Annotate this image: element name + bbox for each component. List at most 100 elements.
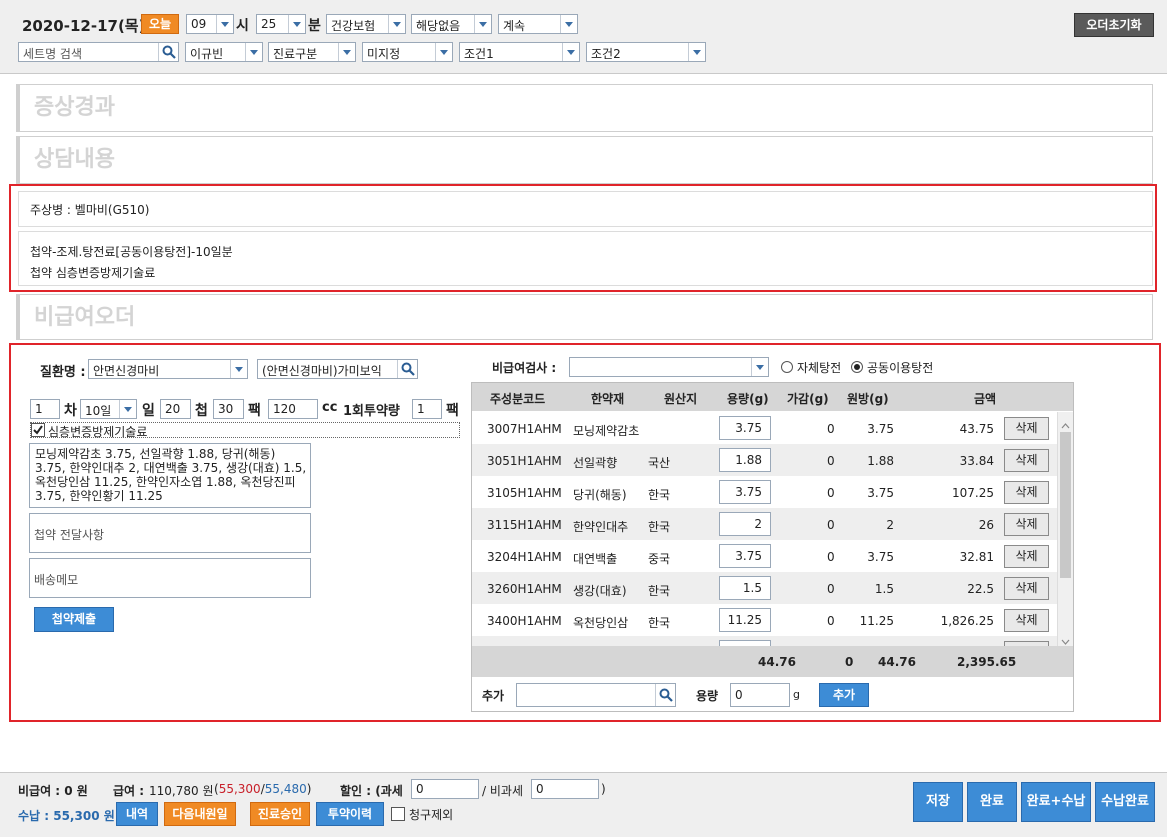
claim-exclude-checkbox[interactable] [391,807,405,821]
prescription-search-input[interactable]: (안면신경마비)가미보익 [257,359,418,379]
noncovered-title: 비급여오더 [34,305,136,330]
herb-table-body: 3007H1AHM 모닝제약감초 3.75 0 3.75 43.75 삭제 30… [472,412,1057,646]
qty-input[interactable]: 3.75 [719,544,771,568]
table-row[interactable]: 3007H1AHM 모닝제약감초 3.75 0 3.75 43.75 삭제 [472,412,1057,444]
set-search-input[interactable]: 세트명 검색 [18,42,179,62]
delivery-note-placeholder: 첩약 전달사항 [34,528,105,542]
cc-input[interactable]: 120 [268,399,318,419]
qty-input[interactable]: 1.88 [719,448,771,472]
radio-shared-decoction[interactable] [851,361,863,373]
add-qty-unit: g [793,688,800,701]
add-herb-label: 추가 [482,689,505,703]
cheop-input[interactable]: 20 [160,399,191,419]
claim-exclude-label: 청구제외 [409,808,454,822]
dose-input[interactable]: 1 [412,399,442,419]
order-reset-button[interactable]: 오더초기화 [1074,13,1154,37]
covered-label: 급여 : [113,784,145,798]
hour-select[interactable]: 09 [186,14,234,34]
consult-section[interactable]: 상담내용 [16,136,1153,184]
technique-fee-checkbox[interactable] [31,423,45,437]
complete-button[interactable]: 완료 [967,782,1017,822]
table-row[interactable]: 3051H1AHM 선일곽향 국산 1.88 0 1.88 33.84 삭제 [472,444,1057,476]
applicable-select[interactable]: 해당없음 [411,14,492,34]
add-qty-input[interactable]: 0 [730,683,790,707]
col-orig: 원방(g) [847,392,889,406]
table-row[interactable]: 3400H1AHM 옥천당인삼 한국 11.25 0 11.25 1,826.2… [472,604,1057,636]
scroll-up-icon[interactable] [1061,418,1070,429]
covered-split: (55,300/55,480) [214,782,312,796]
table-row[interactable] [472,636,1057,646]
condition1-select[interactable]: 조건1 [459,42,580,62]
qty-input[interactable]: 3.75 [719,480,771,504]
save-button[interactable]: 저장 [913,782,963,822]
delete-button[interactable]: 삭제 [1004,449,1049,472]
symptom-section[interactable]: 증상경과 [16,84,1153,132]
continuation-select[interactable]: 계속 [498,14,578,34]
add-herb-button[interactable]: 추가 [819,683,869,707]
delete-button[interactable]: 삭제 [1004,481,1049,504]
minute-select[interactable]: 25 [256,14,306,34]
noncovered-section[interactable]: 비급여오더 [16,294,1153,340]
main-disease-text: 주상병 : 벨마비(G510) [30,203,150,217]
noncovered-test-select[interactable] [569,357,769,377]
test-label: 비급여검사 : [492,361,557,375]
qty-input[interactable]: 1.5 [719,576,771,600]
submit-prescription-button[interactable]: 첩약제출 [34,607,114,632]
radio-self-decoction[interactable] [781,361,793,373]
table-row[interactable]: 3260H1AHM 생강(대효) 한국 1.5 0 1.5 22.5 삭제 [472,572,1057,604]
medication-history-button[interactable]: 투약이력 [316,802,384,826]
table-row[interactable]: 3105H1AHM 당귀(해동) 한국 3.75 0 3.75 107.25 삭… [472,476,1057,508]
delete-button[interactable]: 삭제 [1004,513,1049,536]
next-visit-button[interactable]: 다음내원일 [164,802,236,826]
table-scrollbar[interactable] [1057,412,1073,646]
consult-title: 상담내용 [34,147,115,172]
days-select[interactable]: 10일 [80,399,137,419]
delete-button[interactable]: 삭제 [1004,577,1049,600]
search-icon[interactable] [397,360,417,378]
complete-and-pay-button[interactable]: 완료+수납 [1021,782,1091,822]
radio-dot-icon [854,364,860,370]
count-input[interactable]: 1 [30,399,60,419]
col-origin: 원산지 [664,392,698,406]
search-icon[interactable] [655,684,675,706]
radio-self-label: 자체탕전 [797,361,842,375]
add-herb-input[interactable] [516,683,676,707]
today-button[interactable]: 오늘 [141,14,179,34]
covered-split-a: 55,300 [218,782,261,796]
visit-date: 2020-12-17(목) [22,17,146,35]
discount-untaxed-input[interactable]: 0 [531,779,599,799]
details-button[interactable]: 내역 [116,802,158,826]
qty-input[interactable]: 2 [719,512,771,536]
insurance-select[interactable]: 건강보험 [326,14,406,34]
total-adj: 0 [845,655,854,669]
delete-button[interactable]: 삭제 [1004,545,1049,568]
col-herb: 한약재 [591,392,625,406]
top-toolbar [0,0,1167,74]
table-row[interactable]: 3204H1AHM 대연백출 중국 3.75 0 3.75 32.81 삭제 [472,540,1057,572]
chevron-down-icon [245,43,262,61]
approval-button[interactable]: 진료승인 [250,802,310,826]
doctor-select[interactable]: 이규빈 [185,42,263,62]
disease-select[interactable]: 안면신경마비 [88,359,248,379]
search-icon[interactable] [158,43,178,61]
discount-close: ) [601,782,606,796]
scroll-down-icon[interactable] [1061,634,1070,645]
total-qty: 44.76 [758,655,796,669]
qty-input[interactable]: 3.75 [719,416,771,440]
payment-complete-button[interactable]: 수납완료 [1095,782,1155,822]
condition2-select[interactable]: 조건2 [586,42,706,62]
qty-input[interactable]: 11.25 [719,608,771,632]
chevron-down-icon [119,400,136,418]
chevron-down-icon [435,43,452,61]
unassigned-select[interactable]: 미지정 [362,42,453,62]
delete-button[interactable]: 삭제 [1004,417,1049,440]
pack-input[interactable]: 30 [213,399,244,419]
visit-type-select[interactable]: 진료구분 [268,42,356,62]
scrollbar-thumb[interactable] [1060,432,1071,578]
table-row[interactable]: 3115H1AHM 한약인대추 한국 2 0 2 26 삭제 [472,508,1057,540]
discount-taxed-input[interactable]: 0 [411,779,479,799]
delete-button[interactable]: 삭제 [1004,609,1049,632]
chevron-down-icon [288,15,305,33]
add-qty-label: 용량 [696,689,719,703]
chevron-down-icon [751,358,768,376]
